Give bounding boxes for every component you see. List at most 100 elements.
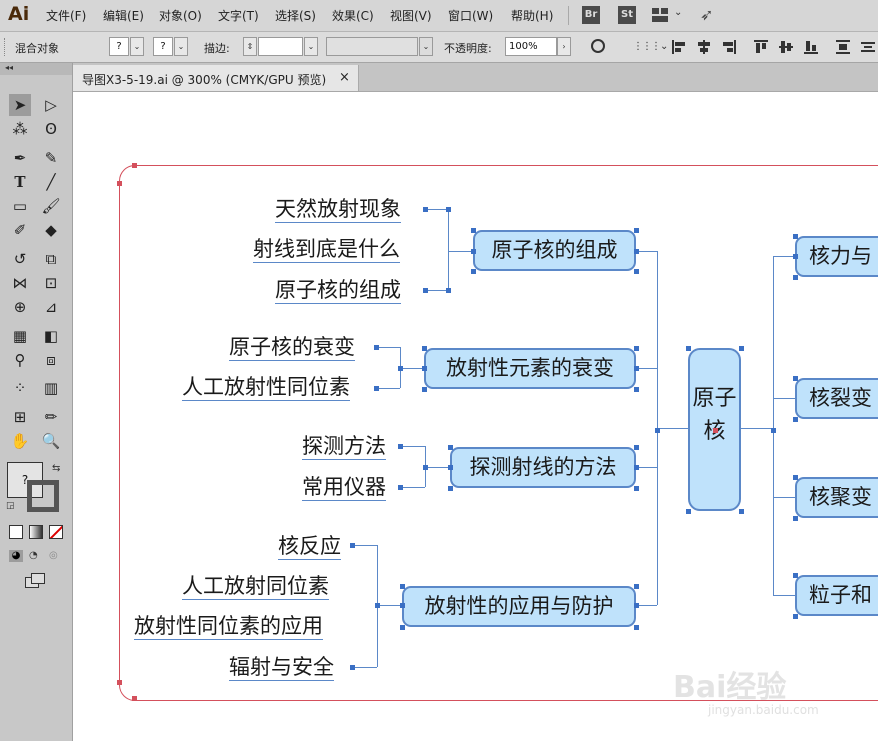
direct-selection-tool-icon[interactable]: ▷: [40, 94, 62, 116]
swap-colors-icon[interactable]: ⇆: [52, 463, 60, 474]
align-right-icon[interactable]: [722, 40, 736, 54]
right-branch-node[interactable]: 核裂变: [795, 378, 878, 419]
artboard-tool-icon[interactable]: ⊞: [9, 406, 31, 428]
leaf-item[interactable]: 天然放射现象: [275, 196, 401, 223]
leaf-item[interactable]: 人工放射性同位素: [182, 374, 350, 401]
leaf-item[interactable]: 探测方法: [302, 433, 386, 460]
symbol-sprayer-tool-icon[interactable]: ⁘: [9, 377, 31, 399]
rectangle-tool-icon[interactable]: ▭: [9, 195, 31, 217]
pen-tool-icon[interactable]: ✒: [9, 147, 31, 169]
menu-view[interactable]: 视图(V): [390, 7, 432, 24]
recolor-icon[interactable]: [591, 39, 605, 53]
selection-tool-icon[interactable]: ➤: [9, 94, 31, 116]
menu-file[interactable]: 文件(F): [46, 7, 86, 24]
shape-builder-tool-icon[interactable]: ⊕: [9, 296, 31, 318]
gradient-tool-icon[interactable]: ◧: [40, 325, 62, 347]
gradient-mode-icon[interactable]: [29, 525, 43, 539]
slice-tool-icon[interactable]: ✏: [40, 406, 62, 428]
width-tool-icon[interactable]: ⋈: [9, 272, 31, 294]
distribute-center-icon[interactable]: [861, 40, 875, 54]
column-graph-tool-icon[interactable]: ▥: [40, 377, 62, 399]
default-colors-icon[interactable]: ◲: [6, 501, 15, 511]
zoom-tool-icon[interactable]: 🔍: [40, 430, 62, 452]
leaf-item[interactable]: 射线到底是什么: [253, 236, 400, 263]
fill-swatch[interactable]: ?: [109, 37, 129, 56]
menu-window[interactable]: 窗口(W): [448, 7, 493, 24]
align-to-selection-icon[interactable]: ⋮⋮⋮⌄: [633, 41, 668, 52]
opacity-label[interactable]: 不透明度:: [444, 40, 492, 56]
color-mode-icon[interactable]: [9, 525, 23, 539]
type-tool-icon[interactable]: T: [9, 171, 31, 193]
scale-tool-icon[interactable]: ⧉: [40, 248, 62, 270]
publish-icon[interactable]: ➶: [700, 5, 713, 24]
stroke-weight-input[interactable]: [258, 37, 303, 56]
workspace-grid-icon[interactable]: [652, 8, 668, 22]
eraser-tool-icon[interactable]: ◆: [40, 219, 62, 241]
connector: [377, 605, 402, 606]
menu-effect[interactable]: 效果(C): [332, 7, 374, 24]
leaf-item[interactable]: 原子核的衰变: [229, 334, 355, 361]
curvature-tool-icon[interactable]: ✎: [40, 147, 62, 169]
variable-width-profile[interactable]: [326, 37, 418, 56]
leaf-item[interactable]: 核反应: [278, 533, 341, 560]
leaf-item[interactable]: 辐射与安全: [229, 654, 334, 681]
stroke-color-swatch[interactable]: [27, 480, 59, 512]
stroke-weight-dropdown-icon[interactable]: ⌄: [304, 37, 318, 56]
none-mode-icon[interactable]: [49, 525, 63, 539]
draw-inside-icon[interactable]: ◎: [49, 550, 58, 561]
screen-mode-icon[interactable]: [25, 573, 45, 588]
opacity-input[interactable]: 100%: [505, 37, 557, 56]
distribute-vertical-icon[interactable]: [836, 40, 850, 54]
leaf-item[interactable]: 人工放射同位素: [182, 573, 329, 600]
branch-node[interactable]: 探测射线的方法: [450, 447, 636, 488]
right-branch-node[interactable]: 粒子和: [795, 575, 878, 616]
align-bottom-icon[interactable]: [804, 40, 818, 54]
panel-collapse-icon[interactable]: ◂◂: [0, 63, 72, 75]
free-transform-tool-icon[interactable]: ⊡: [40, 272, 62, 294]
leaf-item[interactable]: 放射性同位素的应用: [134, 613, 323, 640]
menu-select[interactable]: 选择(S): [275, 7, 316, 24]
branch-node[interactable]: 放射性的应用与防护: [402, 586, 636, 627]
leaf-item[interactable]: 原子核的组成: [275, 277, 401, 304]
magic-wand-tool-icon[interactable]: ⁂: [9, 118, 31, 140]
draw-normal-icon[interactable]: ◕: [9, 550, 23, 562]
line-tool-icon[interactable]: ╱: [40, 171, 62, 193]
perspective-grid-tool-icon[interactable]: ⊿: [40, 296, 62, 318]
menu-help[interactable]: 帮助(H): [511, 7, 553, 24]
menu-edit[interactable]: 编辑(E): [103, 7, 144, 24]
anchor-point: [422, 346, 427, 351]
right-branch-node[interactable]: 核力与: [795, 236, 878, 277]
fill-dropdown-icon[interactable]: ⌄: [130, 37, 144, 56]
opacity-arrow-icon[interactable]: ›: [557, 37, 571, 56]
connector: [400, 368, 424, 369]
leaf-item[interactable]: 常用仪器: [302, 474, 386, 501]
paintbrush-tool-icon[interactable]: 🖌: [40, 195, 62, 217]
eyedropper-tool-icon[interactable]: ⚲: [9, 349, 31, 371]
branch-node[interactable]: 原子核的组成: [473, 230, 636, 271]
align-top-icon[interactable]: [754, 40, 768, 54]
right-branch-node[interactable]: 核聚变: [795, 477, 878, 518]
bridge-button[interactable]: Br: [582, 6, 600, 24]
draw-behind-icon[interactable]: ◔: [29, 550, 38, 561]
mesh-tool-icon[interactable]: ▦: [9, 325, 31, 347]
stroke-swatch[interactable]: ?: [153, 37, 173, 56]
menu-object[interactable]: 对象(O): [159, 7, 202, 24]
stroke-dropdown-icon[interactable]: ⌄: [174, 37, 188, 56]
close-tab-icon[interactable]: ×: [339, 70, 350, 85]
blend-tool-icon[interactable]: ⧈: [40, 349, 62, 371]
menu-type[interactable]: 文字(T): [218, 7, 259, 24]
hand-tool-icon[interactable]: ✋: [9, 430, 31, 452]
lasso-tool-icon[interactable]: ʘ: [40, 118, 62, 140]
align-left-icon[interactable]: [672, 40, 686, 54]
stroke-stepper-icon[interactable]: ⇕: [243, 37, 257, 56]
shaper-tool-icon[interactable]: ✐: [9, 219, 31, 241]
align-hcenter-icon[interactable]: [697, 40, 711, 54]
align-vcenter-icon[interactable]: [779, 40, 793, 54]
profile-dropdown-icon[interactable]: ⌄: [419, 37, 433, 56]
branch-node[interactable]: 放射性元素的衰变: [424, 348, 636, 389]
document-tab[interactable]: 导图X3-5-19.ai @ 300% (CMYK/GPU 预览) ×: [73, 65, 359, 91]
workspace-chevron-icon[interactable]: ⌄: [674, 7, 682, 18]
rotate-tool-icon[interactable]: ↺: [9, 248, 31, 270]
artboard-canvas[interactable]: 天然放射现象 射线到底是什么 原子核的组成 原子核的组成 原子核的衰变 人工放射…: [73, 92, 878, 741]
stock-button[interactable]: St: [618, 6, 636, 24]
